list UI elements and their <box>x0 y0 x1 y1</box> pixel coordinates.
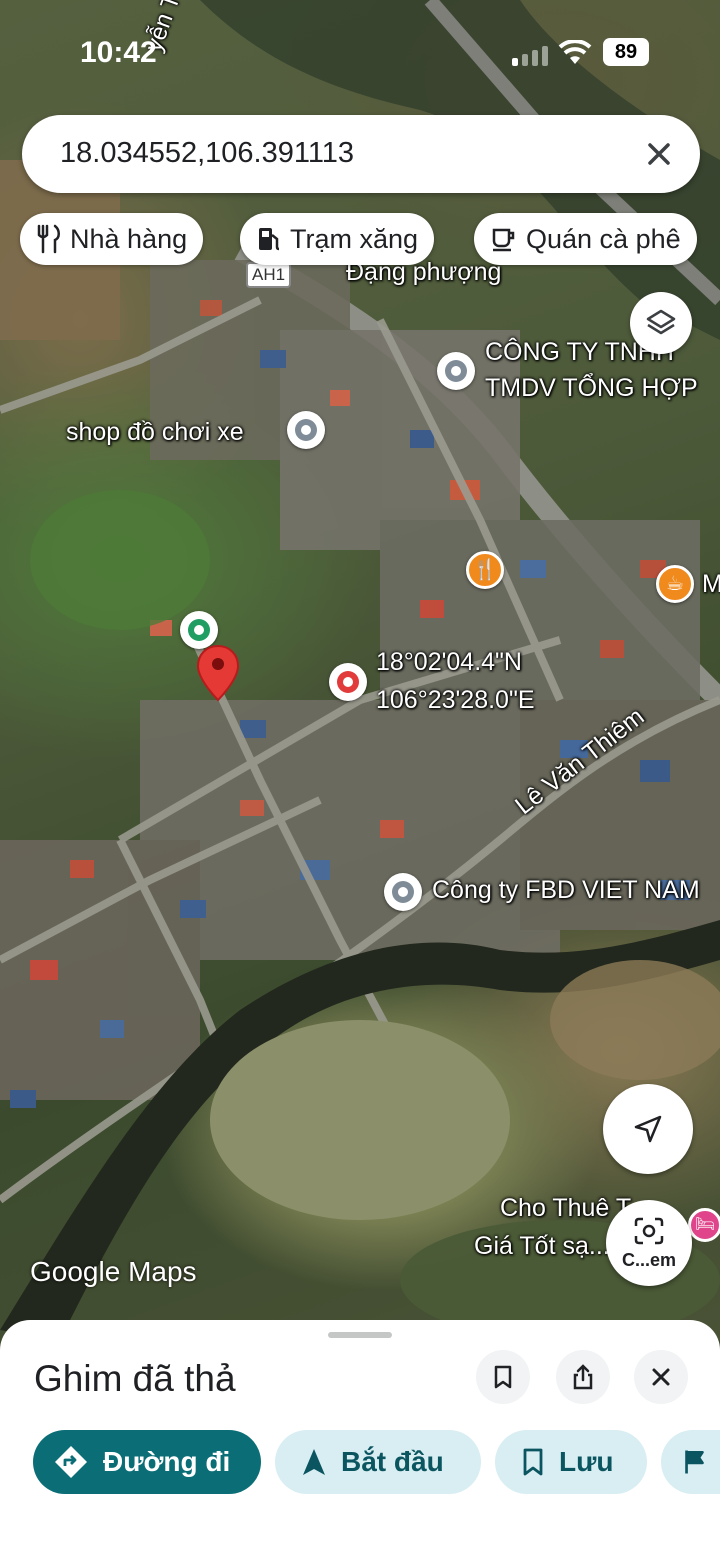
bookmark-icon <box>494 1365 512 1389</box>
label-orange-m: M <box>702 570 720 598</box>
wifi-icon <box>558 40 592 64</box>
coffee-icon <box>492 228 515 252</box>
close-icon[interactable] <box>640 135 678 173</box>
layers-icon <box>646 309 676 335</box>
share-button[interactable] <box>556 1350 610 1404</box>
start-button[interactable]: Bắt đầu <box>275 1430 481 1494</box>
lens-icon <box>634 1217 664 1244</box>
chip-label: Nhà hàng <box>70 223 188 254</box>
poi-fbd[interactable] <box>384 873 422 911</box>
bookmark-icon <box>523 1448 543 1476</box>
directions-button[interactable]: Đường đi <box>33 1430 261 1494</box>
label-button[interactable] <box>661 1430 720 1494</box>
gas-station-icon <box>259 228 280 251</box>
bottom-sheet[interactable]: Ghim đã thả Đường đi Bắt đầu Lưu <box>0 1320 720 1564</box>
chip-label: Quán cà phê <box>526 223 681 254</box>
layers-button[interactable] <box>630 292 692 354</box>
poi-toy-shop[interactable] <box>287 411 325 449</box>
close-icon <box>652 1368 670 1386</box>
battery-indicator: 89 <box>603 38 649 66</box>
directions-icon <box>55 1446 87 1478</box>
lens-button[interactable]: C...em <box>606 1200 692 1286</box>
poi-company-tmdv[interactable] <box>437 352 475 390</box>
label-shop: shop đồ chơi xe <box>66 418 244 446</box>
lens-label: C...em <box>621 1249 677 1270</box>
status-time: 10:42 <box>80 36 157 69</box>
coordinate-marker[interactable] <box>329 663 367 701</box>
bookmark-button[interactable] <box>476 1350 530 1404</box>
search-input[interactable]: 18.034552,106.391113 <box>60 137 354 170</box>
navigation-arrow-icon <box>634 1115 662 1143</box>
sheet-title: Ghim đã thả <box>34 1358 236 1399</box>
chip-gas-stations[interactable]: Trạm xăng <box>240 213 435 265</box>
save-button[interactable]: Lưu <box>495 1430 647 1494</box>
status-bar: 10:42 89 <box>0 0 720 100</box>
my-location-button[interactable] <box>603 1084 693 1174</box>
navigation-start-icon <box>303 1449 325 1475</box>
search-bar[interactable]: 18.034552,106.391113 <box>22 115 700 193</box>
restaurant-icon <box>37 224 60 254</box>
restaurant-poi-icon[interactable]: 🍴 <box>466 551 504 589</box>
chip-restaurants[interactable]: Nhà hàng <box>20 213 204 265</box>
google-maps-attribution: Google Maps <box>30 1256 197 1287</box>
close-sheet-button[interactable] <box>634 1350 688 1404</box>
flag-icon <box>685 1450 704 1474</box>
chip-coffee[interactable]: Quán cà phê <box>474 213 697 265</box>
highway-badge: AH1 <box>246 262 292 288</box>
label-coord-lon: 106°23'28.0"E <box>376 686 535 714</box>
label-company-2: TMDV TỔNG HỢP <box>485 374 698 402</box>
chip-label: Trạm xăng <box>290 223 419 254</box>
cafe-poi-icon[interactable]: ☕ <box>656 565 694 603</box>
directions-label: Đường đi <box>103 1446 231 1477</box>
sheet-drag-handle[interactable] <box>328 1332 392 1338</box>
dropped-pin-icon[interactable] <box>196 644 240 702</box>
save-label: Lưu <box>559 1446 614 1477</box>
signal-icon <box>512 46 548 66</box>
label-coord-lat: 18°02'04.4"N <box>376 648 522 676</box>
start-label: Bắt đầu <box>341 1446 444 1477</box>
label-cho-thue-2: Giá Tốt sạ... <box>474 1232 610 1260</box>
share-icon <box>573 1364 593 1390</box>
hotel-poi-icon[interactable]: 🛏 <box>688 1208 720 1242</box>
label-fbd: Công ty FBD VIET NAM <box>432 876 700 904</box>
